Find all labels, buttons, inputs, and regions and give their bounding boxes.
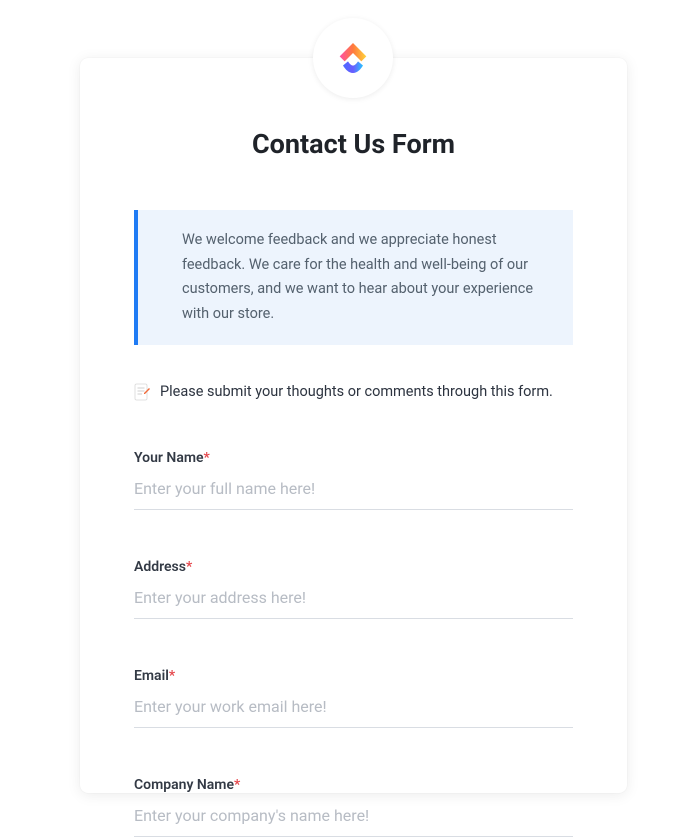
required-asterisk: * <box>186 559 192 575</box>
address-label-text: Address <box>134 559 186 575</box>
company-label-text: Company Name <box>134 777 234 793</box>
required-asterisk: * <box>234 777 240 793</box>
name-label: Your Name* <box>134 450 210 466</box>
field-name: Your Name* <box>134 447 573 510</box>
email-label: Email* <box>134 668 175 684</box>
address-input[interactable] <box>134 575 573 619</box>
address-label: Address* <box>134 559 192 575</box>
instruction-text: Please submit your thoughts or comments … <box>160 383 553 400</box>
company-input[interactable] <box>134 793 573 837</box>
instruction-row: Please submit your thoughts or comments … <box>134 383 573 401</box>
memo-icon <box>134 383 150 401</box>
field-email: Email* <box>134 665 573 728</box>
form-card: Contact Us Form We welcome feedback and … <box>80 58 627 793</box>
page-title: Contact Us Form <box>80 128 627 160</box>
clickup-logo-icon <box>333 38 373 78</box>
email-label-text: Email <box>134 668 169 684</box>
company-label: Company Name* <box>134 777 240 793</box>
required-asterisk: * <box>169 668 175 684</box>
name-label-text: Your Name <box>134 450 204 466</box>
name-input[interactable] <box>134 466 573 510</box>
logo-circle <box>313 18 393 98</box>
email-input[interactable] <box>134 684 573 728</box>
field-company: Company Name* <box>134 774 573 837</box>
field-address: Address* <box>134 556 573 619</box>
welcome-banner: We welcome feedback and we appreciate ho… <box>134 210 573 345</box>
welcome-banner-text: We welcome feedback and we appreciate ho… <box>182 228 543 327</box>
required-asterisk: * <box>204 450 210 466</box>
